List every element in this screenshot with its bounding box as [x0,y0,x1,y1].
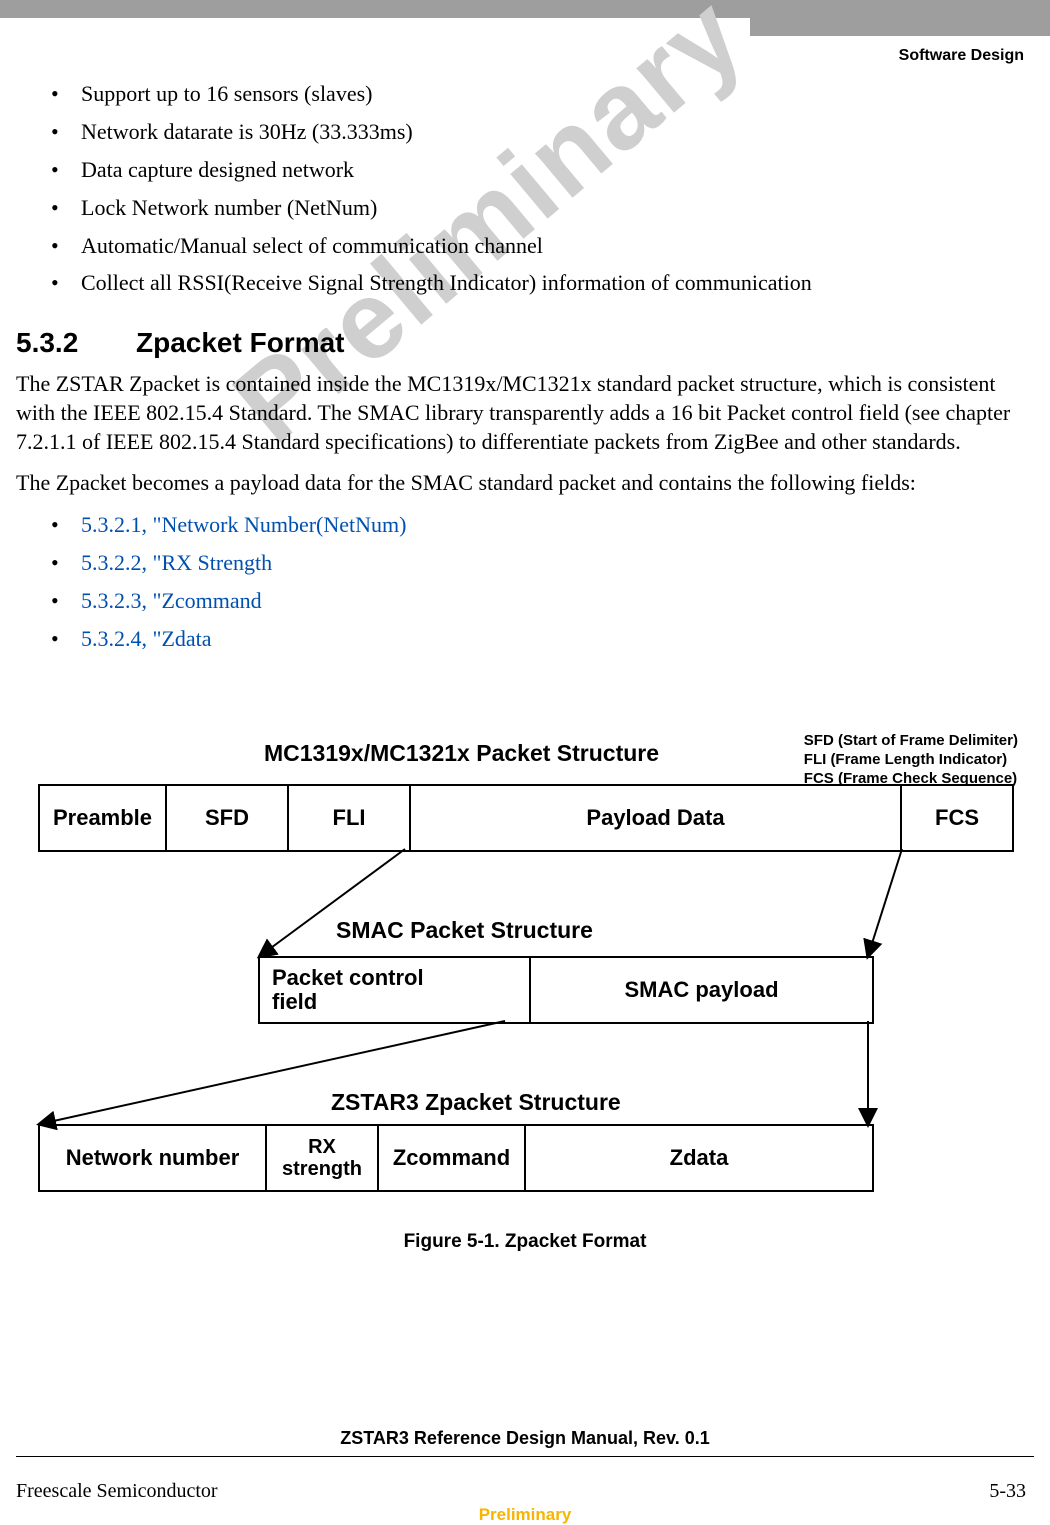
bullet-link[interactable]: 5.3.2.2, "RX Strength [51,547,1034,579]
legend-line: SFD (Start of Frame Delimiter) [804,732,1018,751]
bullet-item: Data capture designed network [51,154,1034,186]
footer-company: Freescale Semiconductor [16,1480,218,1503]
figure-legend: SFD (Start of Frame Delimiter) FLI (Fram… [804,732,1018,788]
cell-zdata: Zdata [526,1126,872,1190]
section-heading: 5.3.2Zpacket Format [16,327,1034,359]
footer-rule [16,1456,1034,1457]
footer-page-number: 5-33 [989,1480,1026,1503]
bullet-item: Lock Network number (NetNum) [51,192,1034,224]
header-section: Software Design [899,47,1024,65]
paragraph: The Zpacket becomes a payload data for t… [16,468,1034,497]
bullet-item: Automatic/Manual select of communication… [51,230,1034,262]
xref-link[interactable]: 5.3.2.2, "RX Strength [81,550,272,575]
header-tab [750,18,1050,36]
xref-link[interactable]: 5.3.2.1, "Network Number(NetNum) [81,512,406,537]
figure-title-1: MC1319x/MC1321x Packet Structure [264,740,659,767]
cell-fli: FLI [289,786,411,850]
legend-line: FLI (Frame Length Indicator) [804,751,1018,770]
cell-rx-strength: RX strength [267,1126,379,1190]
figure-title-2: SMAC Packet Structure [336,917,593,944]
bullet-link[interactable]: 5.3.2.1, "Network Number(NetNum) [51,509,1034,541]
bullet-link[interactable]: 5.3.2.3, "Zcommand [51,585,1034,617]
cell-fcs: FCS [902,786,1012,850]
pc-line2: field [272,989,317,1014]
bullet-item: Support up to 16 sensors (slaves) [51,78,1034,110]
cell-smac-payload: SMAC payload [531,958,872,1022]
cell-zcommand: Zcommand [379,1126,526,1190]
footer-preliminary: Preliminary [0,1505,1050,1525]
rx-line2: strength [282,1158,362,1180]
footer-doc-title: ZSTAR3 Reference Design Manual, Rev. 0.1 [0,1428,1050,1449]
cell-sfd: SFD [167,786,289,850]
xref-link[interactable]: 5.3.2.3, "Zcommand [81,588,262,613]
section-number: 5.3.2 [16,327,136,359]
bullet-link[interactable]: 5.3.2.4, "Zdata [51,623,1034,655]
cell-packet-control: Packet control field [260,958,531,1022]
cell-payload: Payload Data [411,786,902,850]
bullet-item: Network datarate is 30Hz (33.333ms) [51,116,1034,148]
table-zpacket: Network number RX strength Zcommand Zdat… [38,1124,874,1192]
xref-link[interactable]: 5.3.2.4, "Zdata [81,626,212,651]
pc-line1: Packet control [272,965,424,990]
figure-title-3: ZSTAR3 Zpacket Structure [331,1089,621,1116]
table-mc-packet: Preamble SFD FLI Payload Data FCS [38,784,1014,852]
paragraph: The ZSTAR Zpacket is contained inside th… [16,369,1034,456]
rx-line1: RX [308,1136,336,1158]
table-smac-packet: Packet control field SMAC payload [258,956,874,1024]
section-title: Zpacket Format [136,327,345,358]
top-bar [0,0,1050,18]
figure-zpacket: MC1319x/MC1321x Packet Structure SFD (St… [16,686,1034,1346]
bullet-item: Collect all RSSI(Receive Signal Strength… [51,267,1034,299]
cell-preamble: Preamble [40,786,167,850]
figure-caption: Figure 5-1. Zpacket Format [16,1231,1034,1253]
cell-network-number: Network number [40,1126,267,1190]
